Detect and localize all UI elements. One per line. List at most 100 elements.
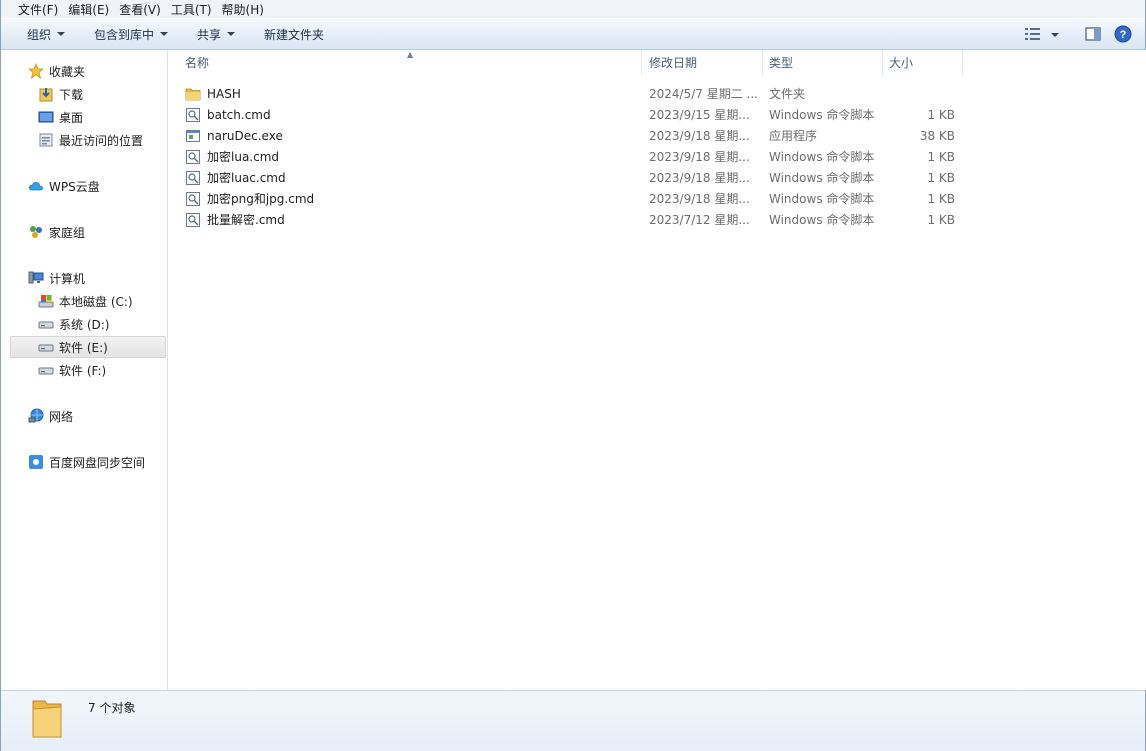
column-header: 名称 ▲ 修改日期 类型 大小 bbox=[169, 50, 1146, 75]
file-type: Windows 命令脚本 bbox=[769, 171, 875, 185]
file-size: 1 KB bbox=[927, 149, 955, 164]
column-name-label: 名称 bbox=[185, 56, 210, 70]
file-row[interactable]: 加密lua.cmd 2023/9/18 星期... Windows 命令脚本 1 KB bbox=[181, 146, 967, 167]
desktop-icon bbox=[38, 109, 54, 125]
file-name: batch.cmd bbox=[207, 107, 271, 122]
file-name-cell: HASH bbox=[185, 83, 241, 104]
menu-tools[interactable]: 工具(T) bbox=[166, 1, 217, 18]
file-type: Windows 命令脚本 bbox=[769, 213, 875, 227]
column-date-label: 修改日期 bbox=[649, 56, 698, 70]
nav-drive-d-label: 系统 (D:) bbox=[59, 317, 110, 332]
file-date: 2023/7/12 星期... bbox=[649, 213, 750, 227]
computer-icon bbox=[28, 270, 44, 286]
include-library-label: 包含到库中 bbox=[94, 27, 155, 42]
organize-button[interactable]: 组织 bbox=[19, 22, 73, 46]
homegroup-icon bbox=[28, 224, 44, 240]
column-date[interactable]: 修改日期 bbox=[643, 50, 763, 75]
file-name: 加密lua.cmd bbox=[207, 150, 280, 164]
nav-recent[interactable]: 最近访问的位置 bbox=[38, 129, 143, 151]
item-count: 7 个对象 bbox=[88, 701, 136, 715]
file-date: 2023/9/15 星期... bbox=[649, 108, 750, 122]
network-icon bbox=[28, 408, 44, 424]
file-row[interactable]: naruDec.exe 2023/9/18 星期... 应用程序 38 KB bbox=[181, 125, 967, 146]
nav-network[interactable]: 网络 bbox=[28, 405, 73, 427]
nav-desktop[interactable]: 桌面 bbox=[38, 106, 83, 128]
column-size-label: 大小 bbox=[889, 56, 914, 70]
cmd-script-icon bbox=[185, 170, 201, 186]
nav-homegroup[interactable]: 家庭组 bbox=[28, 221, 85, 243]
column-size[interactable]: 大小 bbox=[883, 50, 963, 75]
nav-drive-d[interactable]: 系统 (D:) bbox=[38, 313, 109, 335]
file-type: 文件夹 bbox=[769, 87, 806, 101]
nav-drive-f-label: 软件 (F:) bbox=[59, 363, 107, 378]
details-pane: 7 个对象 bbox=[1, 690, 1145, 751]
file-name-cell: batch.cmd bbox=[185, 104, 271, 125]
nav-drive-e[interactable]: 软件 (E:) bbox=[10, 336, 166, 358]
file-size: 1 KB bbox=[927, 107, 955, 122]
nav-downloads[interactable]: 下载 bbox=[38, 83, 83, 105]
file-row[interactable]: batch.cmd 2023/9/15 星期... Windows 命令脚本 1 KB bbox=[181, 104, 967, 125]
file-row[interactable]: HASH 2024/5/7 星期二 ... 文件夹 bbox=[181, 83, 967, 104]
nav-recent-label: 最近访问的位置 bbox=[59, 133, 144, 148]
file-row[interactable]: 加密luac.cmd 2023/9/18 星期... Windows 命令脚本 1 K… bbox=[181, 167, 967, 188]
file-name: 加密luac.cmd bbox=[207, 171, 286, 185]
command-bar-right: ? bbox=[1019, 23, 1135, 47]
nav-baidu-sync-label: 百度网盘同步空间 bbox=[49, 455, 146, 470]
file-name: HASH bbox=[207, 86, 241, 101]
file-row[interactable]: 加密png和jpg.cmd 2023/9/18 星期... Windows 命令脚本… bbox=[181, 188, 967, 209]
explorer-window: 文件(F) 编辑(E) 查看(V) 工具(T) 帮助(H) 组织 包含到库中 共… bbox=[0, 0, 1146, 751]
hard-drive-icon bbox=[38, 339, 54, 355]
file-type: 应用程序 bbox=[769, 129, 818, 143]
column-type[interactable]: 类型 bbox=[763, 50, 883, 75]
cmd-script-icon bbox=[185, 212, 201, 228]
help-button[interactable]: ? bbox=[1111, 23, 1135, 47]
file-size: 1 KB bbox=[927, 170, 955, 185]
file-name-cell: 加密png和jpg.cmd bbox=[185, 188, 314, 209]
nav-drive-c[interactable]: 本地磁盘 (C:) bbox=[38, 290, 133, 312]
file-name: 批量解密.cmd bbox=[207, 213, 285, 227]
file-name: 加密png和jpg.cmd bbox=[207, 192, 315, 206]
nav-baidu-sync[interactable]: 百度网盘同步空间 bbox=[28, 451, 145, 473]
hard-drive-icon bbox=[38, 362, 54, 378]
file-date: 2023/9/18 星期... bbox=[649, 129, 750, 143]
file-size: 1 KB bbox=[927, 191, 955, 206]
svg-text:?: ? bbox=[1120, 29, 1127, 41]
folder-icon bbox=[185, 86, 201, 102]
file-name-cell: 加密luac.cmd bbox=[185, 167, 286, 188]
nav-downloads-label: 下载 bbox=[59, 87, 84, 102]
file-list-pane: 名称 ▲ 修改日期 类型 大小 HASH 2024/5/7 星期二 ... 文件夹 b… bbox=[169, 50, 1146, 690]
change-view-button[interactable] bbox=[1019, 23, 1065, 47]
chevron-down-icon bbox=[227, 32, 236, 36]
menu-view[interactable]: 查看(V) bbox=[114, 1, 166, 18]
menu-edit[interactable]: 编辑(E) bbox=[63, 1, 114, 18]
share-button[interactable]: 共享 bbox=[189, 22, 243, 46]
nav-wps-cloud[interactable]: WPS云盘 bbox=[28, 175, 100, 197]
include-library-button[interactable]: 包含到库中 bbox=[86, 22, 176, 46]
file-date: 2023/9/18 星期... bbox=[649, 192, 750, 206]
hard-drive-icon bbox=[38, 316, 54, 332]
new-folder-button[interactable]: 新建文件夹 bbox=[256, 22, 332, 46]
file-name-cell: 批量解密.cmd bbox=[185, 209, 285, 230]
chevron-down-icon bbox=[57, 32, 66, 36]
file-name-cell: 加密lua.cmd bbox=[185, 146, 279, 167]
file-type: Windows 命令脚本 bbox=[769, 192, 875, 206]
menu-file[interactable]: 文件(F) bbox=[13, 1, 63, 18]
preview-pane-icon bbox=[1085, 26, 1101, 45]
navigation-pane: 收藏夹 下载 桌面 最近访问的位置 WPS云盘 家庭组 计算机 本地磁盘 (C:… bbox=[1, 50, 168, 690]
chevron-down-icon bbox=[1051, 33, 1059, 37]
cloud-icon bbox=[28, 178, 44, 194]
recent-places-icon bbox=[38, 132, 54, 148]
file-name: naruDec.exe bbox=[207, 128, 283, 143]
preview-pane-button[interactable] bbox=[1081, 23, 1105, 47]
share-label: 共享 bbox=[197, 27, 222, 42]
nav-drive-e-label: 软件 (E:) bbox=[59, 340, 108, 355]
cmd-script-icon bbox=[185, 149, 201, 165]
nav-drive-f[interactable]: 软件 (F:) bbox=[38, 359, 106, 381]
file-date: 2023/9/18 星期... bbox=[649, 171, 750, 185]
nav-favorites[interactable]: 收藏夹 bbox=[28, 60, 85, 82]
file-row[interactable]: 批量解密.cmd 2023/7/12 星期... Windows 命令脚本 1 KB bbox=[181, 209, 967, 230]
file-name-cell: naruDec.exe bbox=[185, 125, 283, 146]
menu-help[interactable]: 帮助(H) bbox=[217, 1, 269, 18]
nav-computer[interactable]: 计算机 bbox=[28, 267, 85, 289]
nav-desktop-label: 桌面 bbox=[59, 110, 84, 125]
